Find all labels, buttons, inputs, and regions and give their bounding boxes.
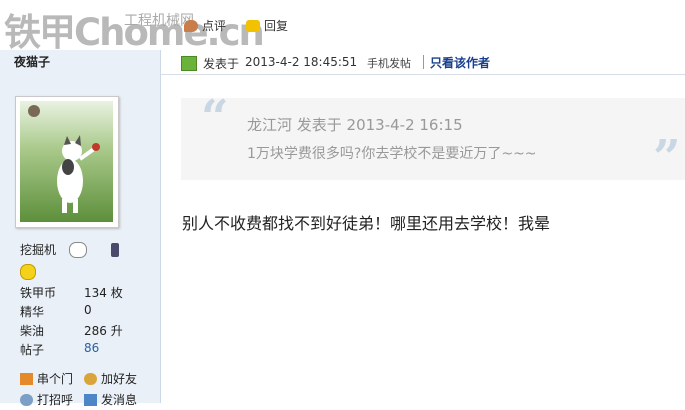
add-friend-icon xyxy=(84,372,97,385)
stat-row: 精华 0 xyxy=(20,303,123,322)
comment-button[interactable]: 点评 xyxy=(184,17,226,34)
post-via: 手机发帖 xyxy=(367,57,411,70)
comment-icon xyxy=(184,19,198,32)
online-status-icon xyxy=(181,56,197,71)
author-only-link[interactable]: 只看该作者 xyxy=(430,54,490,71)
user-actions: 串个门 加好友 打招呼 发消息 xyxy=(20,368,148,410)
avatar-image xyxy=(20,101,113,222)
stat-label: 精华 xyxy=(20,305,45,319)
add-friend-label: 加好友 xyxy=(101,372,138,386)
open-quote-icon: “ xyxy=(201,90,229,146)
send-message-label: 发消息 xyxy=(101,393,138,407)
stat-row: 铁甲币 134 枚 xyxy=(20,284,123,303)
post-count-link[interactable]: 86 xyxy=(84,341,99,360)
smiley-icon xyxy=(20,264,36,280)
top-bar: 铁甲Chome.cn 工程机械网 点评 回复 xyxy=(0,0,685,54)
quote-header: 龙江河 发表于 2013-4-2 16:15 xyxy=(247,116,463,134)
mobile-phone-icon xyxy=(111,242,120,257)
greet-label: 打招呼 xyxy=(37,393,74,407)
post-time: 2013-4-2 18:45:51 xyxy=(245,55,358,69)
post-body: 别人不收费都找不到好徒弟！哪里还用去学校！我晕 xyxy=(182,214,551,233)
username[interactable]: 夜猫子 xyxy=(14,53,50,70)
visit-label: 串个门 xyxy=(37,372,74,386)
reply-icon xyxy=(246,19,260,32)
reply-button[interactable]: 回复 xyxy=(246,17,288,34)
close-quote-icon: ” xyxy=(653,130,681,186)
stat-label: 铁甲币 xyxy=(20,286,57,300)
comment-label: 点评 xyxy=(202,19,227,33)
add-friend-button[interactable]: 加好友 xyxy=(84,370,148,387)
home-icon xyxy=(20,372,33,385)
greet-button[interactable]: 打招呼 xyxy=(20,391,84,408)
visit-button[interactable]: 串个门 xyxy=(20,370,84,387)
stat-label: 帖子 xyxy=(20,343,45,357)
rank-title: 挖掘机 xyxy=(20,243,57,257)
stat-value: 0 xyxy=(84,303,92,317)
send-message-button[interactable]: 发消息 xyxy=(84,391,148,408)
stat-value: 286 升 xyxy=(84,324,123,338)
mail-icon xyxy=(84,393,97,406)
user-rank: 挖掘机 xyxy=(20,241,120,258)
stat-row: 帖子 86 xyxy=(20,341,123,360)
wave-icon xyxy=(20,393,33,406)
stat-value: 134 枚 xyxy=(84,286,123,300)
rank-badge-icon xyxy=(69,241,88,258)
stat-label: 柴油 xyxy=(20,324,45,338)
post-meta: 发表于 2013-4-2 18:45:51 手机发帖 只看该作者 xyxy=(161,50,685,75)
quote-block: “ 龙江河 发表于 2013-4-2 16:15 1万块学费很多吗?你去学校不是… xyxy=(181,94,685,186)
divider xyxy=(423,55,424,69)
user-sidebar: 夜猫子 挖掘机 铁甲币 134 枚 精华 0 柴油 286 升 帖子 86 串个… xyxy=(0,50,161,407)
reply-label: 回复 xyxy=(264,19,289,33)
posted-label: 发表于 xyxy=(203,57,240,71)
stat-row: 柴油 286 升 xyxy=(20,322,123,341)
quote-text: 1万块学费很多吗?你去学校不是要近万了~~~ xyxy=(247,146,537,162)
user-stats: 铁甲币 134 枚 精华 0 柴油 286 升 帖子 86 xyxy=(20,284,123,360)
avatar[interactable] xyxy=(15,96,119,228)
